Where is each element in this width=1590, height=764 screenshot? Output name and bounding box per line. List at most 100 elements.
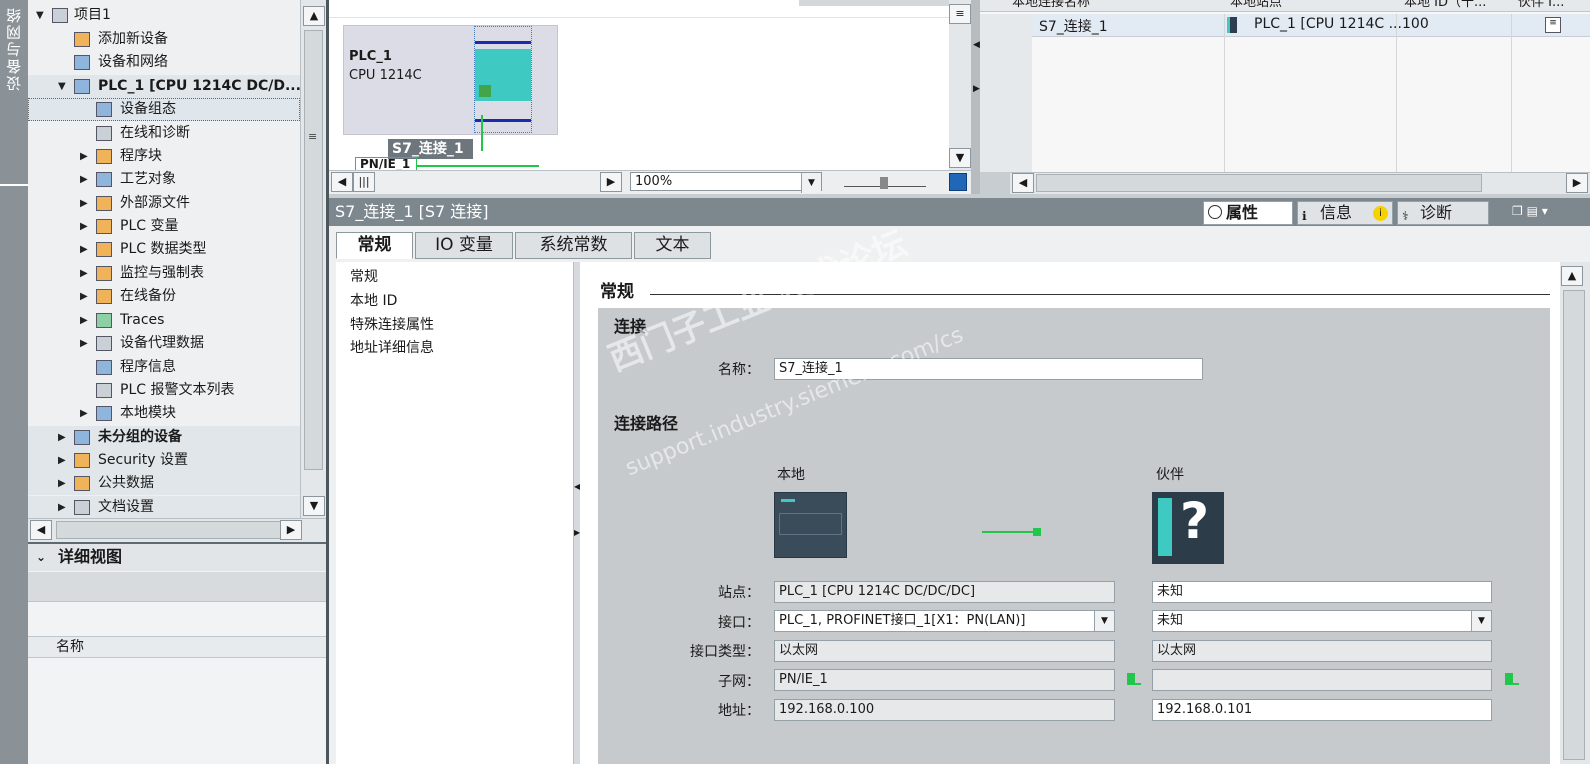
collapsed-arrow-icon[interactable]: ▶ xyxy=(80,192,90,215)
col-local-name[interactable]: 本地连接名称 xyxy=(1012,0,1090,10)
tree-item-local-modules[interactable]: ▶ 本地模块 xyxy=(28,402,300,425)
nav-address-details[interactable]: 地址详细信息 xyxy=(350,337,434,357)
scroll-down-button[interactable]: ▼ xyxy=(303,496,325,516)
expanded-arrow-icon[interactable]: ▼ xyxy=(36,4,46,27)
collapsed-arrow-icon[interactable]: ▶ xyxy=(58,496,68,518)
grip-icon[interactable]: ||| xyxy=(353,172,375,192)
connection-badge[interactable]: S7_连接_1 xyxy=(388,139,473,159)
chevron-down-icon[interactable]: ▼ xyxy=(1471,611,1491,631)
scroll-thumb[interactable] xyxy=(1563,290,1585,760)
tree-item-plc-data-types[interactable]: ▶ PLC 数据类型 xyxy=(28,238,300,261)
tree-item-project[interactable]: ▼ 项目1 xyxy=(28,4,300,27)
tree-item-common-data[interactable]: ▶ 公共数据 xyxy=(28,472,300,495)
window-controls[interactable]: ❐ ▤ ▾ xyxy=(1512,204,1582,220)
scroll-right-button[interactable]: ▶ xyxy=(600,172,622,192)
tree-item-plc-tags[interactable]: ▶ PLC 变量 xyxy=(28,215,300,238)
scroll-up-button[interactable]: ▲ xyxy=(303,6,325,26)
col-local-id[interactable]: 本地 ID（十... xyxy=(1404,0,1486,10)
scroll-thumb[interactable] xyxy=(56,521,302,539)
subtab-general[interactable]: 常规 xyxy=(336,232,413,259)
col-local-station[interactable]: 本地站点 xyxy=(1230,0,1282,10)
collapsed-arrow-icon[interactable]: ▶ xyxy=(80,145,90,168)
tree-item-technology-objects[interactable]: ▶ 工艺对象 xyxy=(28,168,300,191)
scroll-thumb[interactable] xyxy=(1036,174,1482,192)
scroll-right-button[interactable]: ▶ xyxy=(280,520,302,540)
detail-view-header[interactable]: ⌄ 详细视图 xyxy=(28,544,326,571)
local-interface-select[interactable]: PLC_1, PROFINET接口_1[X1：PN(LAN)] ▼ xyxy=(774,610,1115,632)
partner-interface-select[interactable]: 未知 ▼ xyxy=(1152,610,1492,632)
form-vertical-scrollbar[interactable]: ▲ xyxy=(1560,262,1590,764)
tree-item-external-sources[interactable]: ▶ 外部源文件 xyxy=(28,192,300,215)
tree-item-security-settings[interactable]: ▶ Security 设置 xyxy=(28,449,300,472)
scroll-left-button[interactable]: ◀ xyxy=(331,172,353,192)
scroll-up-button[interactable]: ▲ xyxy=(1561,266,1583,286)
tree-item-ungrouped-devices[interactable]: ▶ 未分组的设备 xyxy=(28,426,300,449)
zoom-slider[interactable] xyxy=(844,177,926,189)
tab-properties[interactable]: 属性 xyxy=(1203,201,1293,225)
float-window-icon[interactable]: ❐ xyxy=(1512,204,1523,218)
nav-special-connection[interactable]: 特殊连接属性 xyxy=(350,314,434,334)
chevron-down-icon[interactable]: ▼ xyxy=(801,173,821,193)
subtab-texts[interactable]: 文本 xyxy=(634,232,711,259)
tree-item-program-blocks[interactable]: ▶ 程序块 xyxy=(28,145,300,168)
tree-item-program-info[interactable]: 程序信息 xyxy=(28,356,300,379)
collapsed-arrow-icon[interactable]: ▶ xyxy=(58,449,68,472)
tree-item-plc-alarm-text-lists[interactable]: PLC 报警文本列表 xyxy=(28,379,300,402)
cell-id[interactable]: 100 xyxy=(1402,16,1429,32)
col-partner[interactable]: 伙伴 I... xyxy=(1518,0,1564,10)
tree-item-traces[interactable]: ▶ Traces xyxy=(28,309,300,332)
list-icon[interactable]: ≡ xyxy=(1545,17,1561,33)
tree-item-device-configuration[interactable]: 设备组态 xyxy=(28,98,300,121)
collapsed-arrow-icon[interactable]: ▶ xyxy=(80,285,90,308)
subtab-system-constants[interactable]: 系统常数 xyxy=(515,232,632,259)
zoom-slider-handle[interactable] xyxy=(880,177,888,189)
partner-station-field[interactable]: 未知 xyxy=(1152,581,1492,603)
tab-info[interactable]: ℹ 信息 i xyxy=(1297,201,1393,225)
detail-column-header[interactable]: 名称 xyxy=(28,636,326,658)
nav-local-id[interactable]: 本地 ID xyxy=(350,290,397,310)
collapsed-arrow-icon[interactable]: ▶ xyxy=(80,332,90,355)
tree-item-device-proxy-data[interactable]: ▶ 设备代理数据 xyxy=(28,332,300,355)
collapsed-arrow-icon[interactable]: ▶ xyxy=(80,215,90,238)
tree-horizontal-scrollbar[interactable]: ◀ ▶ xyxy=(28,518,326,542)
tree-item-online-backups[interactable]: ▶ 在线备份 xyxy=(28,285,300,308)
overview-icon[interactable] xyxy=(949,173,967,191)
scroll-thumb[interactable] xyxy=(304,30,323,470)
partner-subnet-link-icon[interactable] xyxy=(1505,673,1513,683)
zoom-select[interactable]: 100% ▼ xyxy=(630,172,822,193)
local-station-field[interactable]: PLC_1 [CPU 1214C DC/DC/DC] xyxy=(774,581,1115,603)
tree-item-online-diagnostics[interactable]: 在线和诊断 xyxy=(28,122,300,145)
scroll-left-button[interactable]: ◀ xyxy=(1012,173,1034,193)
chevron-down-icon[interactable]: ▾ xyxy=(1542,204,1548,218)
collapsed-arrow-icon[interactable]: ▶ xyxy=(58,426,68,449)
collapsed-arrow-icon[interactable]: ▶ xyxy=(80,262,90,285)
cell-conn-name[interactable]: S7_连接_1 xyxy=(1039,16,1108,36)
chevron-down-icon[interactable]: ▼ xyxy=(1094,611,1114,631)
subtab-io-tags[interactable]: IO 变量 xyxy=(415,232,513,259)
collapsed-arrow-icon[interactable]: ▶ xyxy=(80,238,90,261)
collapse-left-icon[interactable]: ◀ xyxy=(973,40,980,50)
collapsed-arrow-icon[interactable]: ▶ xyxy=(58,472,68,495)
split-window-icon[interactable]: ▤ xyxy=(1527,204,1538,218)
scroll-right-button[interactable]: ▶ xyxy=(1566,173,1588,193)
tree-item-watch-force-tables[interactable]: ▶ 监控与强制表 xyxy=(28,262,300,285)
collapsed-arrow-icon[interactable]: ▶ xyxy=(80,168,90,191)
tab-diagnostics[interactable]: ⚕ 诊断 xyxy=(1397,201,1489,225)
tree-item-add-new-device[interactable]: 添加新设备 xyxy=(28,28,300,51)
tree-item-devices-and-networks[interactable]: 设备和网络 xyxy=(28,51,300,74)
subnet-link-icon[interactable] xyxy=(1127,673,1135,683)
collapsed-arrow-icon[interactable]: ▶ xyxy=(80,309,90,332)
plc-device-box[interactable]: PLC_1 CPU 1214C xyxy=(343,25,558,135)
table-row[interactable]: S7_连接_1 PLC_1 [CPU 1214C ... 100 ≡ xyxy=(1032,14,1590,37)
nav-general[interactable]: 常规 xyxy=(350,266,378,286)
horizontal-splitter[interactable]: ◀ ▶ xyxy=(971,0,980,194)
collapse-right-icon[interactable]: ▶ xyxy=(973,84,980,94)
cell-station[interactable]: PLC_1 [CPU 1214C ... xyxy=(1254,16,1402,32)
scroll-down-button[interactable]: ▼ xyxy=(949,148,971,168)
subnet-label[interactable]: PN/IE_1 xyxy=(355,157,417,170)
network-vertical-scrollbar[interactable]: ≡ ▼ xyxy=(949,0,971,170)
conn-horizontal-scrollbar[interactable]: ◀ ▶ xyxy=(1010,172,1590,194)
partner-address-field[interactable]: 192.168.0.101 xyxy=(1152,699,1492,721)
tree-vertical-scrollbar[interactable]: ▲ ≡ ▼ xyxy=(300,0,326,518)
devices-networks-side-tab[interactable]: 设备与网络 xyxy=(0,0,28,764)
